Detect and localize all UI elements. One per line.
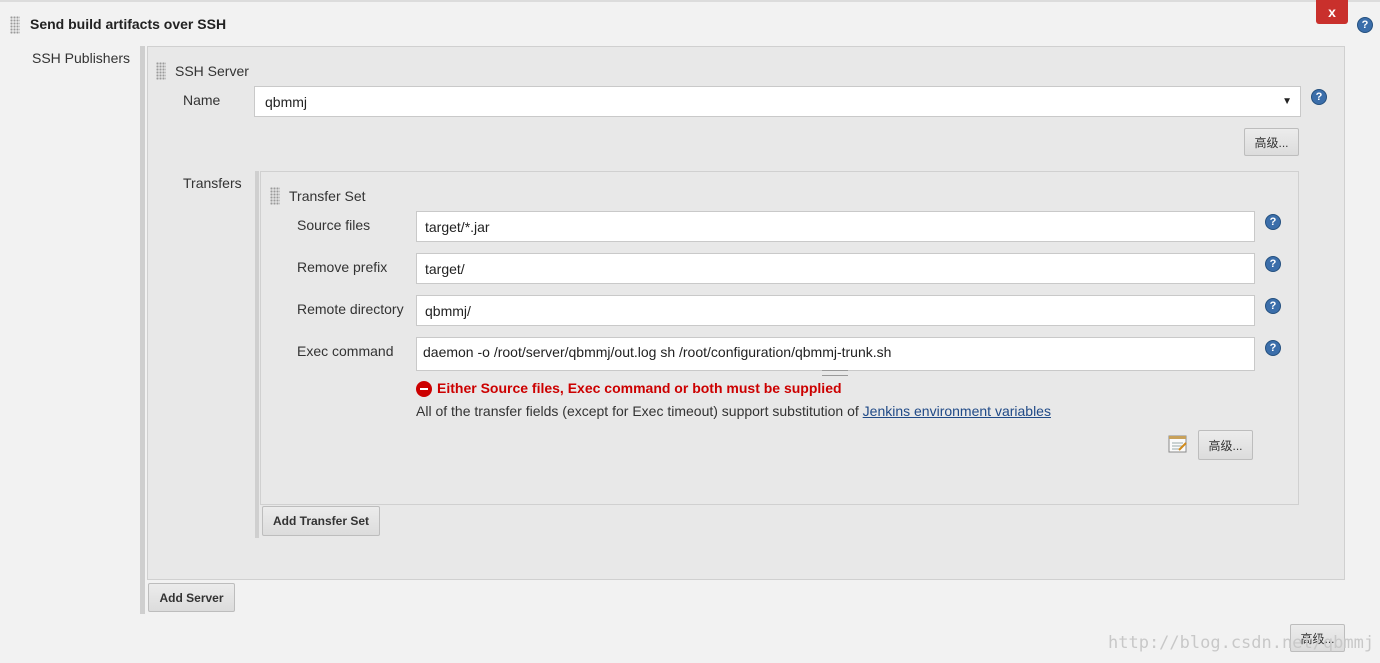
error-icon [416, 381, 432, 397]
substitution-note: All of the transfer fields (except for E… [416, 403, 1051, 419]
top-divider [0, 0, 1380, 2]
server-name-select[interactable]: qbmmj ▼ [254, 86, 1301, 117]
transfer-set-title: Transfer Set [289, 188, 366, 204]
add-transfer-set-button[interactable]: Add Transfer Set [262, 506, 380, 536]
ssh-server-title: SSH Server [175, 63, 249, 79]
chevron-down-icon: ▼ [1282, 96, 1292, 107]
section-title: Send build artifacts over SSH [30, 16, 227, 32]
drag-handle-icon[interactable] [156, 62, 166, 80]
drag-handle-icon[interactable] [270, 187, 280, 205]
server-advanced-button[interactable]: 高级... [1244, 128, 1299, 156]
substitution-note-text: All of the transfer fields (except for E… [416, 403, 863, 419]
server-name-value: qbmmj [265, 93, 308, 110]
notepad-icon[interactable] [1168, 434, 1188, 454]
delete-button[interactable]: x [1316, 0, 1348, 24]
remove-prefix-input[interactable] [416, 253, 1255, 284]
remove-prefix-label: Remove prefix [297, 259, 388, 275]
watermark-text: http://blog.csdn.net/qbmmj [1108, 633, 1375, 653]
ssh-publishers-label: SSH Publishers [32, 50, 131, 66]
name-label: Name [183, 92, 221, 108]
publishers-indent-bar [140, 46, 145, 614]
transfers-label: Transfers [183, 175, 242, 191]
help-icon[interactable]: ? [1265, 214, 1281, 230]
source-files-label: Source files [297, 217, 371, 233]
exec-command-label: Exec command [297, 343, 394, 359]
textarea-resize-handle[interactable] [822, 370, 848, 376]
help-icon[interactable]: ? [1265, 298, 1281, 314]
transfer-advanced-button[interactable]: 高级... [1198, 430, 1253, 460]
help-icon[interactable]: ? [1265, 256, 1281, 272]
validation-error: Either Source files, Exec command or bot… [437, 380, 842, 396]
source-files-input[interactable] [416, 211, 1255, 242]
remote-directory-label: Remote directory [297, 301, 404, 317]
add-server-button[interactable]: Add Server [148, 583, 235, 612]
transfers-indent-bar [255, 171, 259, 538]
remote-directory-input[interactable] [416, 295, 1255, 326]
help-icon[interactable]: ? [1311, 89, 1327, 105]
help-icon[interactable]: ? [1265, 340, 1281, 356]
drag-handle-icon[interactable] [10, 16, 20, 34]
help-icon[interactable]: ? [1357, 17, 1373, 33]
exec-command-textarea[interactable]: daemon -o /root/server/qbmmj/out.log sh … [416, 337, 1255, 371]
jenkins-env-vars-link[interactable]: Jenkins environment variables [863, 403, 1051, 419]
